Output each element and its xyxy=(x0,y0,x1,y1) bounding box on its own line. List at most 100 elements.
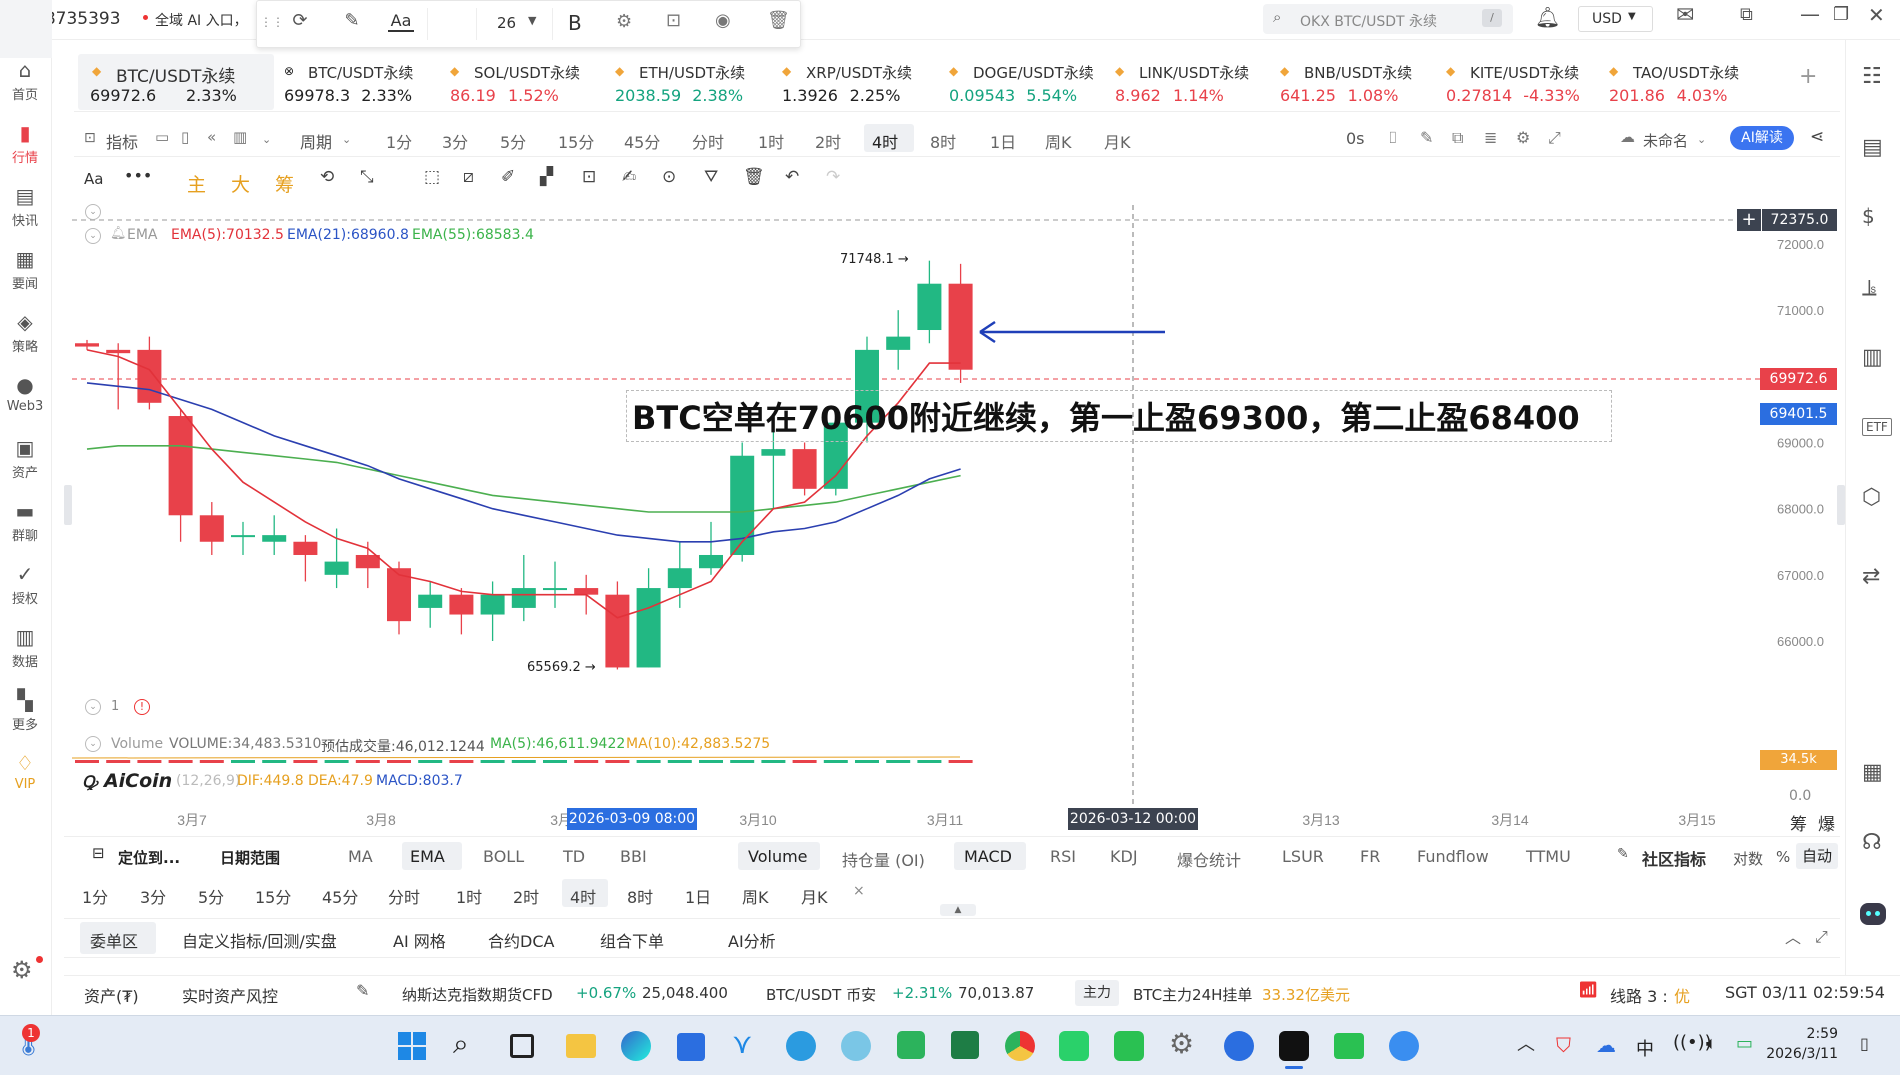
period-tab[interactable]: 3分 xyxy=(442,129,468,153)
period-tab[interactable]: 月K xyxy=(1104,129,1131,153)
locate-button[interactable]: 定位到... xyxy=(118,847,180,868)
fullscreen-icon[interactable]: ⤢ xyxy=(1548,130,1561,146)
resize-handle[interactable]: ▲ xyxy=(940,904,976,916)
app-icon[interactable] xyxy=(1389,1031,1419,1061)
left-nav-item-3[interactable]: ▦ 要闻 xyxy=(0,247,50,299)
sub-indicator-tab[interactable]: 持仓量 (OI) xyxy=(842,847,925,871)
candle-type-icon[interactable]: ▥ xyxy=(233,130,247,145)
ticker-tab[interactable]: ◆ XRP/USDT永续 1.3926 2.25% xyxy=(778,60,938,110)
ticker-tab[interactable]: ◆ SOL/USDT永续 86.19 1.52% xyxy=(446,60,606,110)
annotation-text[interactable]: BTC空单在70600附近继续，第一止盈69300，第二止盈68400 xyxy=(632,393,1580,439)
main-indicator-tab[interactable]: BBI xyxy=(620,847,647,866)
left-nav-item-7[interactable]: ▬ 群聊 xyxy=(0,499,50,551)
edit-icon[interactable]: ✎ xyxy=(356,983,369,999)
search-icon[interactable]: ⌕ xyxy=(453,1030,469,1058)
ai-read-button[interactable]: AI解读 xyxy=(1730,126,1794,150)
chrome-icon[interactable] xyxy=(1005,1031,1035,1061)
main-force-toggle[interactable]: 大 xyxy=(231,170,250,197)
indicator-icon[interactable]: ⊡ xyxy=(84,131,96,145)
left-nav-item-11[interactable]: ♢ VIP xyxy=(0,751,50,803)
period-tab[interactable]: 5分 xyxy=(500,129,526,153)
main-indicator-tab[interactable]: EMA xyxy=(410,847,445,866)
ticker-tab[interactable]: ◆ DOGE/USDT永续 0.09543 5.54% xyxy=(945,60,1105,110)
btc-binance-name[interactable]: BTC/USDT 币安 xyxy=(766,984,876,1005)
camera-icon[interactable]: ⌷ xyxy=(1388,130,1398,146)
line-label[interactable]: 线路 3 : xyxy=(1610,983,1668,1007)
period-row-item[interactable]: 45分 xyxy=(322,884,358,908)
chevron-up-icon[interactable]: ︿ xyxy=(1785,930,1801,946)
volume-icon[interactable]: 🔈︎ xyxy=(1706,1035,1717,1053)
file-explorer-icon[interactable] xyxy=(566,1034,596,1058)
main-force-text[interactable]: BTC主力24H挂单 xyxy=(1133,984,1252,1005)
collapse-pane-icon[interactable]: ⌄ xyxy=(85,699,101,715)
indicators-button[interactable]: 指标 xyxy=(106,129,138,153)
left-nav-item-9[interactable]: ▥ 数据 xyxy=(0,625,50,677)
excel-icon[interactable] xyxy=(951,1031,979,1059)
period-tab[interactable]: 1分 xyxy=(386,129,412,153)
ticker-tab[interactable]: ◆ TAO/USDT永续 201.86 4.03% xyxy=(1605,60,1765,110)
main-indicator-tab[interactable]: MA xyxy=(348,847,373,866)
period-row-item[interactable]: 3分 xyxy=(140,884,166,908)
period-tab[interactable]: 15分 xyxy=(558,129,594,153)
edge-icon[interactable] xyxy=(621,1031,651,1061)
windows-start-icon[interactable] xyxy=(398,1032,426,1060)
log-scale-toggle[interactable]: 对数 xyxy=(1733,848,1763,869)
locate-icon[interactable]: ⊟ xyxy=(92,846,105,861)
scroll-left-icon[interactable]: « xyxy=(207,130,216,145)
undo-icon[interactable]: ↶ xyxy=(785,169,799,186)
filter-icon[interactable]: ⛛ xyxy=(704,169,718,186)
alert-bell-icon[interactable]: 🔔︎ xyxy=(110,227,127,240)
chevron-up-icon[interactable]: ︿ xyxy=(1517,1036,1535,1054)
sub-indicator-tab[interactable]: 爆仓统计 xyxy=(1177,847,1241,871)
app-icon[interactable] xyxy=(841,1031,871,1061)
period-row-item[interactable]: 15分 xyxy=(255,884,291,908)
period-tab[interactable]: 4时 xyxy=(872,129,898,153)
main-force-toggle[interactable]: 主 xyxy=(187,170,206,197)
eraser-icon[interactable]: ✐ xyxy=(501,169,515,186)
more-icon[interactable]: ••• xyxy=(124,168,152,184)
main-force-toggle[interactable]: 筹 xyxy=(275,170,294,197)
period-row-item[interactable]: 8时 xyxy=(627,884,653,908)
sub-indicator-tab[interactable]: FR xyxy=(1360,847,1380,866)
chips-toggle[interactable]: 筹 xyxy=(1790,810,1807,835)
left-nav-item-2[interactable]: ▤ 快讯 xyxy=(0,184,50,236)
pattern-icon[interactable]: ▞ xyxy=(540,169,553,186)
text-tool-icon[interactable]: Aa xyxy=(84,170,103,188)
app-icon[interactable] xyxy=(1334,1033,1364,1059)
pencil-icon[interactable]: ✎ xyxy=(1420,130,1433,146)
settings-icon[interactable]: ⚙ xyxy=(1169,1030,1194,1058)
community-indicators[interactable]: 社区指标 xyxy=(1642,846,1706,870)
period-row-item[interactable]: 1时 xyxy=(456,884,482,908)
wechat-icon[interactable] xyxy=(1114,1031,1144,1061)
note-icon[interactable]: ✍ xyxy=(622,169,636,186)
sub-indicator-tab[interactable]: LSUR xyxy=(1282,847,1324,866)
sub-indicator-tab[interactable]: MACD xyxy=(964,847,1012,866)
app-icon[interactable] xyxy=(897,1031,925,1059)
ticker-tab[interactable]: ◆ BTC/USDT永续 69972.6 2.33% xyxy=(80,60,240,110)
magnet-icon[interactable]: ⊙ xyxy=(662,169,676,186)
ticker-tab[interactable]: ⊗ BTC/USDT永续 69978.3 2.33% xyxy=(280,60,440,110)
panel-tab[interactable]: 合约DCA xyxy=(488,928,554,952)
store-icon[interactable] xyxy=(677,1033,705,1061)
app-icon[interactable] xyxy=(1224,1031,1254,1061)
left-nav-item-0[interactable]: ⌂ 首页 xyxy=(0,58,50,110)
ie-icon[interactable] xyxy=(786,1031,816,1061)
left-nav-item-6[interactable]: ▣ 资产 xyxy=(0,436,50,488)
sub-indicator-tab[interactable]: TTMU xyxy=(1526,847,1571,866)
asset-label[interactable]: 资产(₮) xyxy=(84,983,139,1007)
period-row-item[interactable]: 4时 xyxy=(570,884,596,908)
panel-tab[interactable]: AI分析 xyxy=(728,928,776,952)
split-icon[interactable]: ▯ xyxy=(181,130,189,145)
measure-icon[interactable]: ⤡ xyxy=(360,169,374,186)
ticker-tab[interactable]: ◆ BNB/USDT永续 641.25 1.08% xyxy=(1276,60,1436,110)
ticker-tab[interactable]: ◆ LINK/USDT永续 8.962 1.14% xyxy=(1111,60,1271,110)
period-row-item[interactable]: 5分 xyxy=(198,884,224,908)
aicoin-taskbar-icon[interactable] xyxy=(1279,1031,1309,1061)
layout-icon[interactable]: ▭ xyxy=(155,130,169,145)
crosshair-plus-icon[interactable]: + xyxy=(1737,209,1761,231)
cloud-icon[interactable]: ☁ xyxy=(1620,130,1635,145)
left-nav-item-5[interactable]: ● Web3 xyxy=(0,373,50,425)
period-row-item[interactable]: 周K xyxy=(742,884,769,908)
ruler-icon[interactable]: ⧄ xyxy=(463,169,474,186)
layout-name[interactable]: 未命名 xyxy=(1643,130,1688,151)
